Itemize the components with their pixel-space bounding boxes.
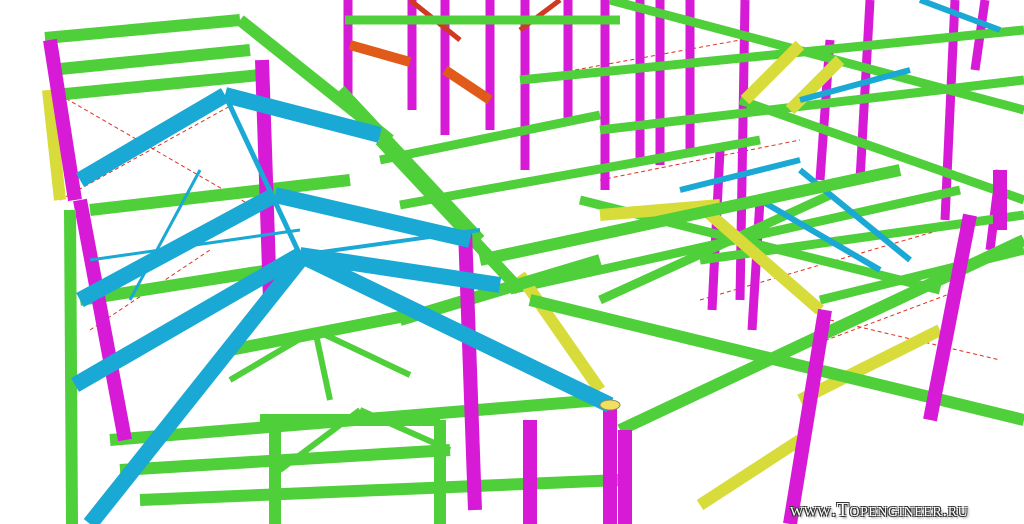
column-cap — [599, 399, 621, 411]
structure-model — [42, 0, 1024, 524]
steel-structure-3d-view: www.Topengineer.ru — [0, 0, 1024, 524]
watermark: www.Topengineer.ru — [790, 499, 969, 521]
